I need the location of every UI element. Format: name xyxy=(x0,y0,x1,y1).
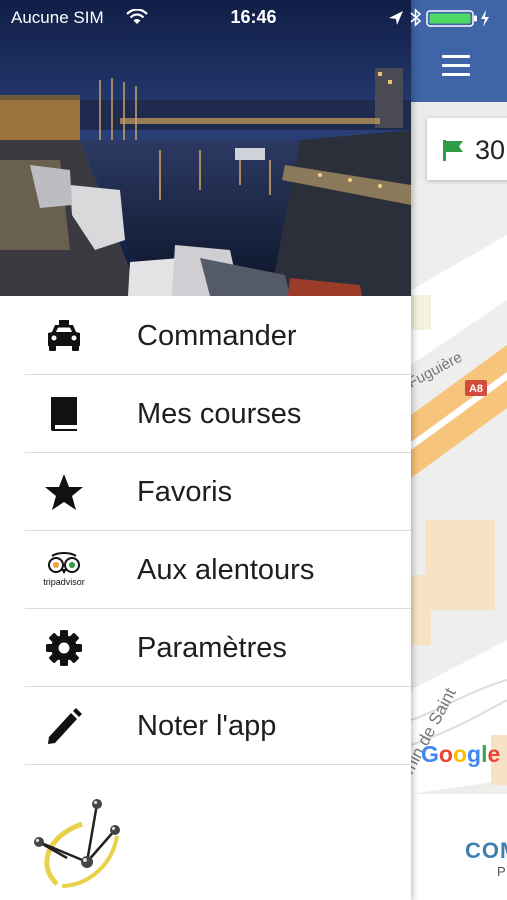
menu-item-mes-courses[interactable]: Mes courses xyxy=(25,375,411,453)
menu-item-label: Paramètres xyxy=(137,632,287,664)
google-logo: Google xyxy=(421,741,500,767)
charging-bolt-icon xyxy=(481,10,489,27)
bottom-panel: COM P xyxy=(411,794,507,900)
side-drawer: Commander Mes courses Favoris tripadviso… xyxy=(0,0,411,900)
app-logo xyxy=(27,796,127,891)
menu-item-aux-alentours[interactable]: tripadvisor Aux alentours xyxy=(25,531,411,609)
destination-card[interactable]: 30 xyxy=(427,118,507,180)
menu-item-label: Mes courses xyxy=(137,398,302,430)
book-icon xyxy=(43,394,85,434)
menu-item-label: Favoris xyxy=(137,476,233,508)
battery-icon xyxy=(426,10,477,27)
drawer-menu: Commander Mes courses Favoris tripadviso… xyxy=(0,297,411,765)
status-bar: Aucune SIM 16:46 xyxy=(0,0,507,36)
menu-item-commander[interactable]: Commander xyxy=(25,297,411,375)
pencil-icon xyxy=(43,706,85,746)
gear-icon xyxy=(43,628,85,668)
road-badge-a8: A8 xyxy=(469,383,483,395)
menu-item-parametres[interactable]: Paramètres xyxy=(25,609,411,687)
menu-item-label: Aux alentours xyxy=(137,554,315,586)
bluetooth-icon xyxy=(410,8,422,27)
tripadvisor-logo-icon: tripadvisor xyxy=(43,550,85,590)
map-view[interactable]: A8 Fuguière hemin de Saint Google xyxy=(411,180,507,794)
destination-number: 30 xyxy=(475,135,506,165)
flag-icon xyxy=(443,140,463,161)
menu-item-label: Commander xyxy=(137,320,297,352)
location-arrow-icon xyxy=(389,11,403,25)
taxi-icon xyxy=(43,316,85,356)
star-icon xyxy=(43,472,85,512)
order-button-sublabel: P xyxy=(497,864,506,879)
menu-item-label: Noter l'app xyxy=(137,710,277,742)
order-button-label[interactable]: COM xyxy=(465,838,507,864)
menu-item-favoris[interactable]: Favoris xyxy=(25,453,411,531)
harbor-night-photo xyxy=(0,0,411,296)
menu-item-noter-app[interactable]: Noter l'app xyxy=(25,687,411,765)
main-screen-peek[interactable]: A8 Fuguière hemin de Saint Google 30 COM… xyxy=(411,0,507,900)
map-canvas: A8 Fuguière hemin de Saint Google xyxy=(411,180,507,794)
tripadvisor-text: tripadvisor xyxy=(43,577,85,587)
hamburger-menu-icon[interactable] xyxy=(442,55,470,77)
